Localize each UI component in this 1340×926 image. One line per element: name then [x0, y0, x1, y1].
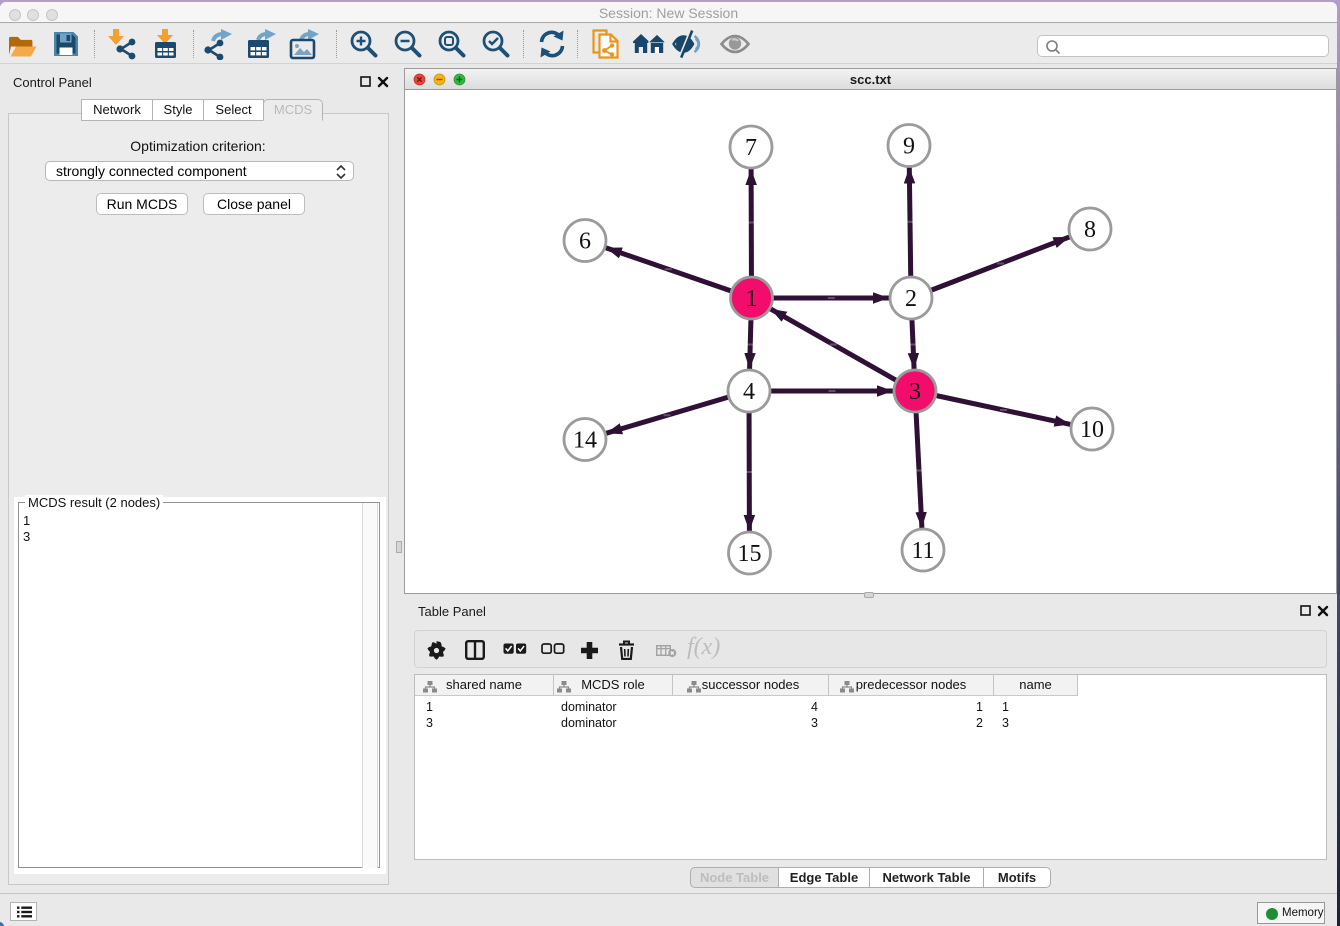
svg-text:6: 6: [579, 229, 591, 255]
svg-text:3: 3: [909, 379, 921, 405]
svg-text:7: 7: [745, 135, 757, 161]
svg-text:14: 14: [573, 428, 597, 454]
svg-text:4: 4: [743, 379, 755, 405]
svg-text:15: 15: [738, 541, 762, 567]
svg-text:10: 10: [1080, 417, 1104, 443]
svg-text:1: 1: [746, 286, 758, 312]
svg-text:11: 11: [911, 538, 934, 564]
svg-text:8: 8: [1084, 217, 1096, 243]
svg-text:2: 2: [905, 286, 917, 312]
svg-text:9: 9: [903, 134, 915, 160]
